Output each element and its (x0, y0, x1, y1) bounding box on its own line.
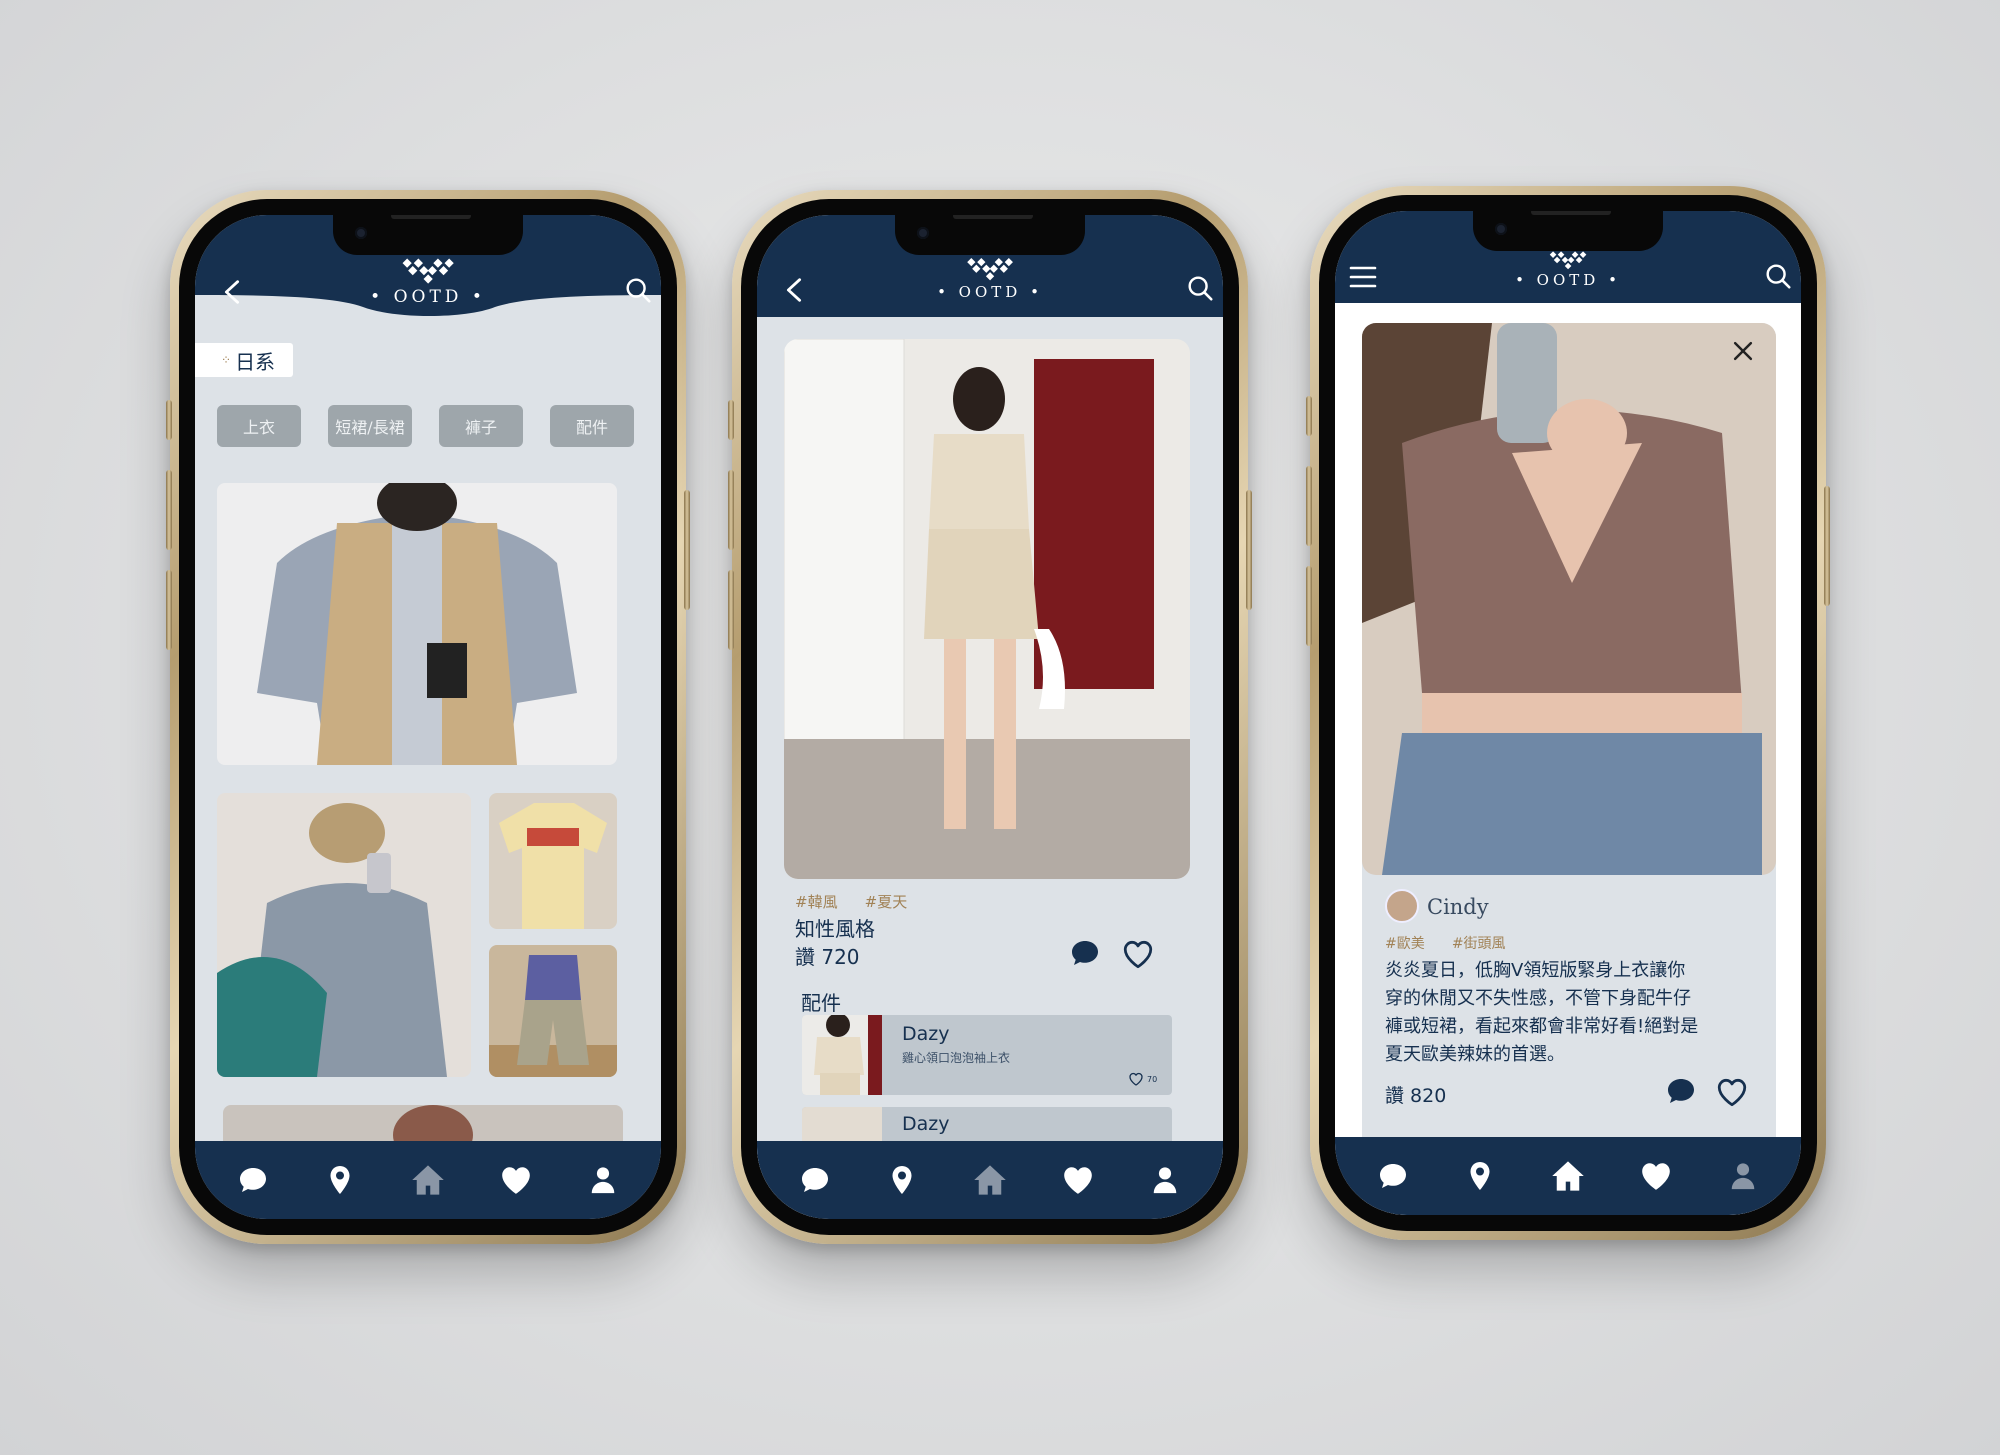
hashtag[interactable]: #歐美 (1385, 936, 1425, 952)
user-icon (1728, 1161, 1758, 1191)
outfit-photo-tshirt[interactable] (489, 793, 617, 929)
tab-profile[interactable] (580, 1157, 626, 1203)
search-icon[interactable] (1763, 261, 1793, 291)
bottom-tab-bar (757, 1141, 1223, 1219)
likes-count: 讚 820 (1385, 1085, 1447, 1107)
filter-chip-tops[interactable]: 上衣 (217, 405, 301, 447)
tab-home[interactable] (1545, 1153, 1591, 1199)
user-icon (1150, 1165, 1180, 1195)
tag-row: #韓風 #夏天 (795, 891, 907, 912)
outfit-photo-striped-shirt[interactable] (217, 793, 471, 1077)
outfit-title: 知性風格 (795, 917, 875, 941)
outfit-main-photo[interactable] (784, 339, 1190, 879)
product-card[interactable]: Dazy 雞心領口泡泡袖上衣 70 (802, 1015, 1172, 1095)
phone-post-detail: • OOTD • Cindy #歐美 #街頭風 炎炎夏日，低胸V領短版緊身上衣讓… (1306, 186, 1830, 1240)
search-icon[interactable] (1185, 273, 1215, 303)
accessories-section-label: 配件 (801, 991, 841, 1015)
likes-count: 讚 720 (795, 945, 860, 969)
tab-chat[interactable] (1370, 1153, 1416, 1199)
chat-icon (799, 1164, 831, 1196)
back-arrow-icon[interactable] (779, 275, 809, 305)
category-title-box: ⁘ 日系 (195, 343, 293, 377)
app-logo: • OOTD • (370, 257, 486, 307)
comment-icon[interactable] (1069, 937, 1101, 969)
tab-profile[interactable] (1142, 1157, 1188, 1203)
screen-category: • OOTD • ⁘ 日系 上衣 短裙/長裙 褲子 配件 (195, 215, 661, 1219)
product-brand: Dazy (902, 1023, 950, 1045)
hamburger-menu-icon[interactable] (1347, 261, 1379, 293)
home-icon (972, 1162, 1008, 1198)
filter-chip-skirts[interactable]: 短裙/長裙 (328, 405, 412, 447)
phone-outfit-detail: • OOTD • #韓風 #夏天 知性風格 讚 720 配件 Dazy 雞心領口… (728, 190, 1252, 1244)
comment-icon[interactable] (1665, 1075, 1697, 1107)
screen-outfit-detail: • OOTD • #韓風 #夏天 知性風格 讚 720 配件 Dazy 雞心領口… (757, 215, 1223, 1219)
filter-chip-pants[interactable]: 褲子 (439, 405, 523, 447)
app-logo: • OOTD • (937, 257, 1043, 301)
bottom-tab-bar (1335, 1137, 1801, 1215)
heart-icon (1061, 1163, 1095, 1197)
category-title: 日系 (235, 349, 276, 374)
home-icon (1550, 1158, 1586, 1194)
tab-chat[interactable] (792, 1157, 838, 1203)
location-pin-icon (886, 1164, 918, 1196)
logo-text: • OOTD • (937, 283, 1043, 301)
tab-home[interactable] (405, 1157, 451, 1203)
user-icon (588, 1165, 618, 1195)
heart-icon (499, 1163, 533, 1197)
tab-favorites[interactable] (1633, 1153, 1679, 1199)
close-icon[interactable] (1729, 337, 1757, 365)
product-likes: 70 (1147, 1075, 1158, 1084)
location-pin-icon (1464, 1160, 1496, 1192)
outfit-photo-vest[interactable] (217, 483, 617, 765)
caption-line: 夏天歐美辣妹的首選。 (1385, 1044, 1565, 1065)
logo-mark (1548, 251, 1588, 271)
app-logo: • OOTD • (1515, 251, 1621, 289)
logo-mark (965, 257, 1015, 283)
filter-chip-accessories[interactable]: 配件 (550, 405, 634, 447)
tab-favorites[interactable] (1055, 1157, 1101, 1203)
category-bullet-icon: ⁘ (221, 353, 232, 367)
tab-location[interactable] (1457, 1153, 1503, 1199)
chat-icon (237, 1164, 269, 1196)
screen-post-detail: • OOTD • Cindy #歐美 #街頭風 炎炎夏日，低胸V領短版緊身上衣讓… (1335, 211, 1801, 1215)
user-avatar[interactable] (1385, 889, 1419, 923)
tab-profile[interactable] (1720, 1153, 1766, 1199)
tag-row: #歐美 #街頭風 (1385, 933, 1506, 953)
heart-icon (1639, 1159, 1673, 1193)
post-caption: 炎炎夏日，低胸V領短版緊身上衣讓你 穿的休閒又不失性感，不管下身配牛仔 褲或短裙… (1385, 957, 1745, 1069)
logo-text: • OOTD • (370, 287, 486, 307)
chat-icon (1377, 1160, 1409, 1192)
search-icon[interactable] (623, 275, 653, 305)
back-arrow-icon[interactable] (217, 277, 247, 307)
heart-icon[interactable] (1715, 1075, 1749, 1109)
logo-mark (400, 257, 456, 287)
caption-line: 炎炎夏日，低胸V領短版緊身上衣讓你 (1385, 960, 1686, 981)
hashtag[interactable]: #韓風 (795, 893, 838, 911)
home-icon (410, 1162, 446, 1198)
caption-line: 褲或短裙，看起來都會非常好看!絕對是 (1385, 1016, 1699, 1037)
tab-location[interactable] (317, 1157, 363, 1203)
product-brand: Dazy (902, 1113, 950, 1135)
location-pin-icon (324, 1164, 356, 1196)
heart-icon[interactable] (1121, 937, 1155, 971)
hashtag[interactable]: #街頭風 (1452, 936, 1506, 952)
tab-home[interactable] (967, 1157, 1013, 1203)
heart-icon[interactable] (1128, 1071, 1144, 1087)
post-main-photo[interactable] (1362, 323, 1776, 875)
caption-line: 穿的休閒又不失性感，不管下身配牛仔 (1385, 988, 1691, 1009)
outfit-photo-wide-pants[interactable] (489, 945, 617, 1077)
tab-chat[interactable] (230, 1157, 276, 1203)
product-description: 雞心領口泡泡袖上衣 (902, 1051, 1011, 1065)
phone-category: • OOTD • ⁘ 日系 上衣 短裙/長裙 褲子 配件 (166, 190, 690, 1244)
user-name[interactable]: Cindy (1427, 895, 1489, 919)
outfit-photo-partial[interactable] (223, 1105, 623, 1145)
tab-favorites[interactable] (493, 1157, 539, 1203)
hashtag[interactable]: #夏天 (865, 893, 908, 911)
logo-text: • OOTD • (1515, 271, 1621, 289)
product-thumbnail (802, 1015, 882, 1095)
bottom-tab-bar (195, 1141, 661, 1219)
tab-location[interactable] (879, 1157, 925, 1203)
